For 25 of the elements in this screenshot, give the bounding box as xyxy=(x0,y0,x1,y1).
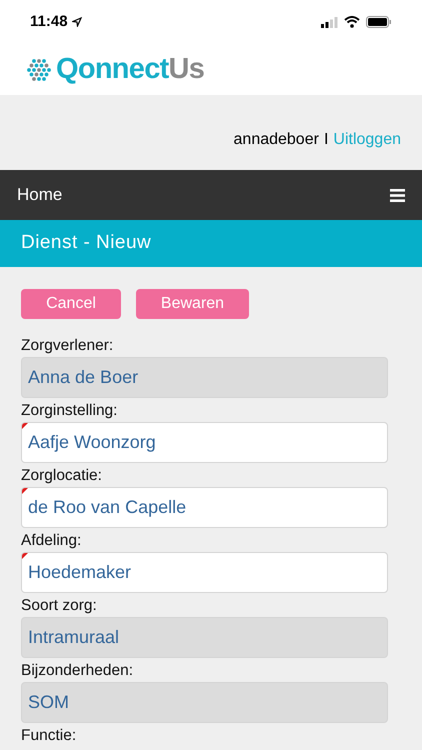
battery-icon xyxy=(366,16,392,28)
field-label: Afdeling: xyxy=(21,531,82,551)
field-label: Zorgverlener: xyxy=(21,336,114,356)
input-field[interactable]: de Roo van Capelle xyxy=(21,487,388,528)
logo-text: QonnectUs xyxy=(56,55,204,84)
logo-icon xyxy=(25,58,53,82)
separator: I xyxy=(324,130,328,150)
field-label: Bijzonderheden: xyxy=(21,661,134,681)
cancel-button[interactable]: Cancel xyxy=(21,289,121,319)
menu-icon[interactable] xyxy=(390,188,405,202)
location-icon xyxy=(72,17,82,27)
input-field[interactable]: Hoedemaker xyxy=(21,552,388,593)
signal-icon xyxy=(321,16,338,28)
page-title: Dienst - Nieuw xyxy=(21,231,152,256)
status-time: 11:48 xyxy=(30,12,68,32)
input-field[interactable]: Aafje Woonzorg xyxy=(21,422,388,463)
logout-link[interactable]: Uitloggen xyxy=(333,128,401,152)
username: annadeboer xyxy=(234,130,319,150)
field-label: Soort zorg: xyxy=(21,596,98,616)
field-label: Zorginstelling: xyxy=(21,401,118,421)
wifi-icon xyxy=(344,16,360,28)
field-label: Functie: xyxy=(21,726,78,746)
save-button[interactable]: Bewaren xyxy=(136,289,249,319)
field-label: Zorglocatie: xyxy=(21,466,103,486)
home-link[interactable]: Home xyxy=(17,182,62,208)
